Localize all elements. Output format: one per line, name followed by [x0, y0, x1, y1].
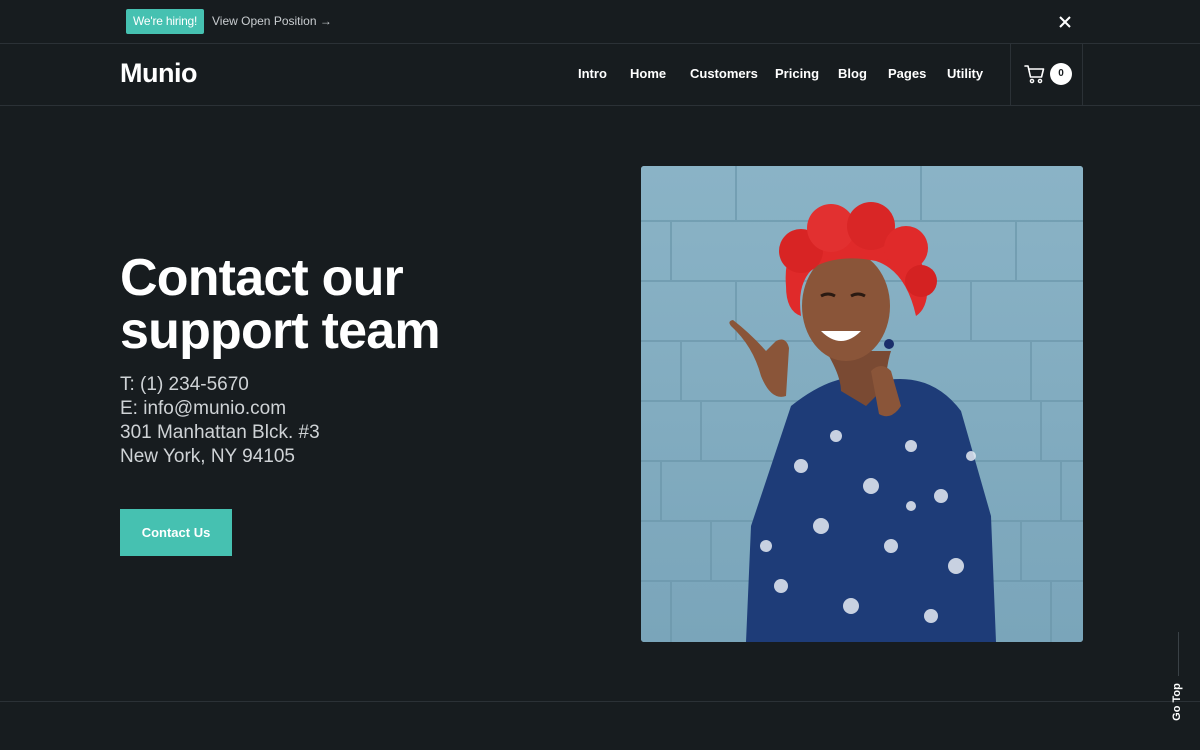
nav-item-customers[interactable]: Customers [690, 66, 758, 81]
phone-text: T: (1) 234-5670 [120, 374, 249, 395]
hero-title-line: support team [120, 302, 441, 360]
hero-title-line: Contact our [120, 249, 404, 307]
nav-item-pricing[interactable]: Pricing [775, 66, 819, 81]
address-line-2: New York, NY 94105 [120, 446, 295, 467]
cart-count-badge: 0 [1050, 63, 1072, 85]
contact-details: T: (1) 234-5670 E: info@munio.com 301 Ma… [120, 373, 320, 469]
email-text: E: info@munio.com [120, 398, 287, 419]
nav-item-pages[interactable]: Pages [888, 66, 926, 81]
close-icon[interactable] [1054, 11, 1076, 33]
site-header: Munio Intro Home Customers Pricing Blog … [0, 44, 1200, 106]
hiring-badge[interactable]: We're hiring! [126, 9, 205, 34]
hero-photo [641, 166, 1083, 642]
nav-item-blog[interactable]: Blog [838, 66, 867, 81]
hero-title: Contact our support team [120, 249, 441, 360]
announcement-bar: We're hiring! View Open Position → [0, 0, 1200, 44]
go-top-button[interactable]: Go Top [1171, 683, 1187, 721]
logo[interactable]: Munio [120, 58, 197, 89]
cart-button[interactable]: 0 [1010, 44, 1083, 105]
address-line-1: 301 Manhattan Blck. #3 [120, 422, 320, 443]
woman-photo-illustration [641, 166, 1083, 642]
contact-us-button[interactable]: Contact Us [120, 509, 232, 556]
cart-icon [1024, 64, 1046, 84]
section-divider [0, 701, 1200, 702]
go-top-line [1178, 632, 1179, 676]
nav-item-home[interactable]: Home [630, 66, 666, 81]
nav-item-utility[interactable]: Utility [947, 66, 983, 81]
view-open-position-link[interactable]: View Open Position → [212, 14, 332, 28]
nav-item-intro[interactable]: Intro [578, 66, 607, 81]
